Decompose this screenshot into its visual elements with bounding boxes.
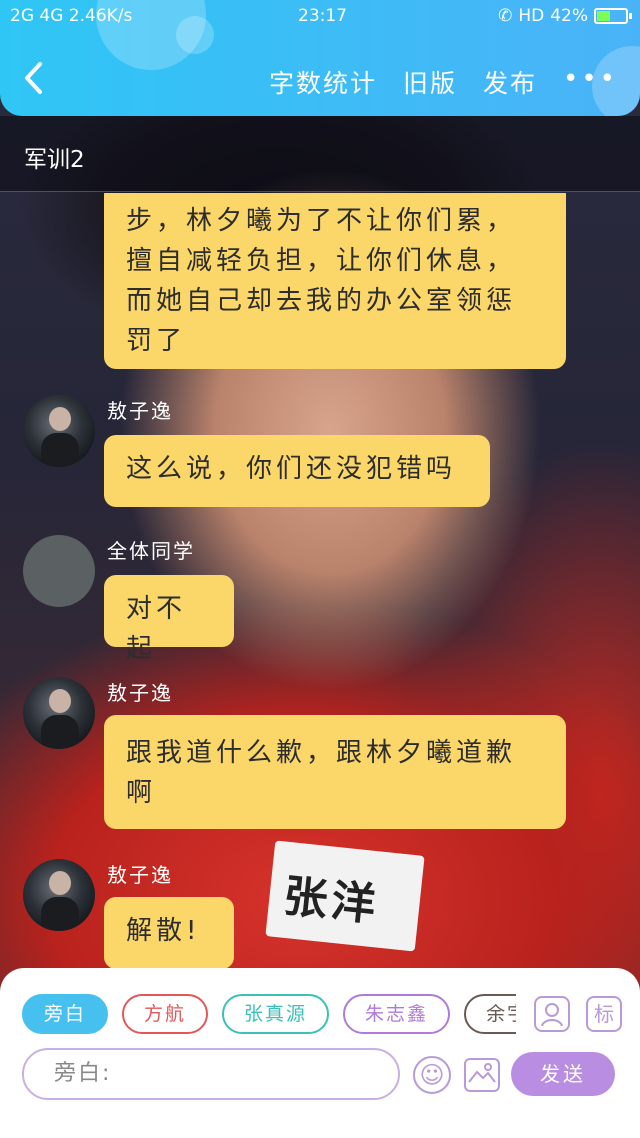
image-icon[interactable]	[464, 1058, 500, 1092]
chevron-left-icon	[25, 62, 42, 94]
message-input[interactable]: 旁白:	[22, 1048, 400, 1100]
word-count-button[interactable]: 字数统计	[269, 64, 377, 100]
battery-fill	[597, 11, 610, 21]
top-bar: 2G 4G 2.46K/s 23:17 ✆ HD 42% 字数统计 旧版 发布 …	[0, 0, 640, 116]
battery-percent: 42%	[550, 6, 588, 26]
publish-button[interactable]: 发布	[483, 64, 537, 100]
speaker-chips: 旁白 方航 张真源 朱志鑫 余宇涵	[22, 994, 516, 1036]
old-version-button[interactable]: 旧版	[403, 64, 457, 100]
avatar[interactable]	[23, 677, 95, 749]
message-bubble[interactable]: 这么说，你们还没犯错吗	[104, 435, 490, 507]
more-button[interactable]: •••	[563, 64, 618, 100]
chip-fanghang[interactable]: 方航	[122, 994, 209, 1034]
speaker-name: 敖子逸	[107, 399, 173, 423]
speaker-name: 敖子逸	[107, 681, 173, 705]
back-button[interactable]	[22, 60, 52, 100]
avatar[interactable]	[23, 535, 95, 607]
chapter-title: 军训2	[24, 147, 85, 173]
clock: 23:17	[298, 6, 347, 26]
status-bar: 2G 4G 2.46K/s 23:17 ✆ HD 42%	[0, 0, 640, 34]
message-bubble[interactable]: 解散!	[104, 897, 234, 968]
nav-row: 字数统计 旧版 发布 •••	[0, 56, 640, 108]
message-bubble[interactable]: 对不起	[104, 575, 234, 664]
send-button[interactable]: 发送	[511, 1052, 615, 1096]
network-status: 2G 4G 2.46K/s	[10, 6, 133, 26]
status-right: ✆ HD 42%	[498, 6, 632, 26]
chip-zhangzhenyuan[interactable]: 张真源	[222, 994, 330, 1034]
avatar[interactable]	[23, 395, 95, 467]
avatar[interactable]	[23, 859, 95, 931]
emoji-icon[interactable]: ☺	[413, 1056, 451, 1094]
hd-label: HD	[518, 6, 545, 26]
chip-yuyuhan[interactable]: 余宇涵	[464, 994, 516, 1034]
chip-zhuzhixin[interactable]: 朱志鑫	[343, 994, 451, 1034]
picture-icon	[468, 1063, 496, 1083]
person-icon[interactable]	[534, 996, 570, 1032]
battery-icon	[594, 8, 632, 24]
speaker-name: 敖子逸	[107, 863, 173, 887]
tag-icon[interactable]: 标	[586, 996, 622, 1032]
person-icon-glyph	[541, 1003, 563, 1027]
input-panel: 旁白 方航 张真源 朱志鑫 余宇涵 标 旁白: ☺ 发送	[0, 968, 640, 1138]
chapter-bar: 军训2	[0, 116, 640, 192]
message-bubble[interactable]: 步，林夕曦为了不让你们累，擅自减轻负担，让你们休息，而她自己却去我的办公室领惩罚…	[104, 193, 566, 369]
chat-area[interactable]: 步，林夕曦为了不让你们累，擅自减轻负担，让你们休息，而她自己却去我的办公室领惩罚…	[0, 193, 640, 968]
header-actions: 字数统计 旧版 发布 •••	[269, 64, 618, 100]
chip-narrator[interactable]: 旁白	[22, 994, 109, 1034]
call-icon: ✆	[498, 6, 513, 26]
speaker-name: 全体同学	[107, 539, 195, 563]
message-bubble[interactable]: 跟我道什么歉，跟林夕曦道歉啊	[104, 715, 566, 829]
